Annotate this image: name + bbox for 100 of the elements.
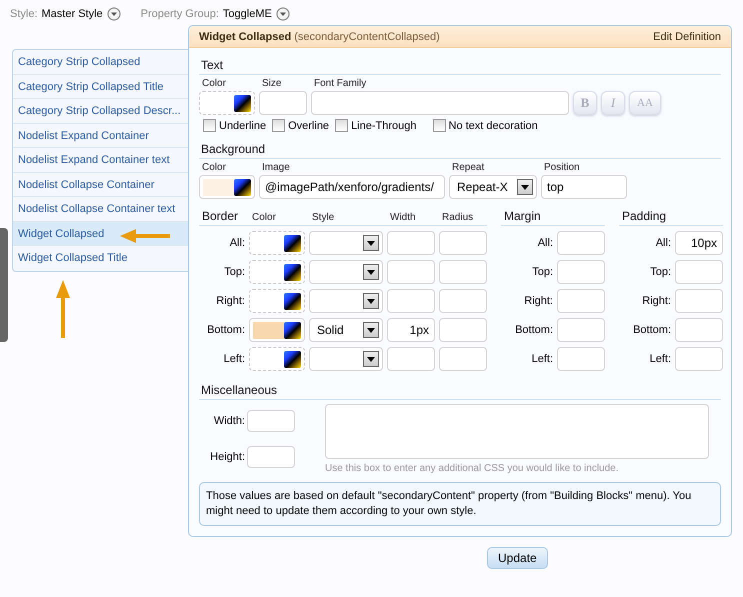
padding-field[interactable] — [675, 260, 723, 284]
section-heading: Background — [199, 138, 721, 159]
color-picker-icon[interactable] — [234, 178, 251, 196]
color-picker-field[interactable] — [199, 91, 255, 115]
column-label: Radius — [441, 212, 474, 223]
color-picker-field[interactable] — [249, 260, 305, 284]
padding-field[interactable] — [675, 347, 723, 371]
field-label: Height: — [209, 451, 245, 464]
margin-field[interactable] — [557, 260, 605, 284]
margin-field[interactable] — [557, 318, 605, 342]
sidebar-item[interactable]: Widget Collapsed — [13, 222, 188, 246]
radius-field[interactable] — [439, 347, 487, 371]
style-select[interactable] — [309, 347, 383, 371]
field-label: Size — [261, 78, 282, 89]
margin-field[interactable] — [557, 289, 605, 313]
style-label: Style: — [10, 8, 38, 20]
color-picker-icon[interactable] — [284, 292, 301, 310]
color-picker-field[interactable] — [249, 318, 305, 342]
font-family-field[interactable] — [311, 91, 569, 115]
checkbox[interactable] — [203, 119, 216, 132]
info-note: Those values are based on default "secondaryContent" property (from "Building Blocks" menu). You might need to update them according to your own style. — [199, 482, 721, 526]
row-label: Top: — [223, 266, 245, 278]
field-label: Image — [261, 162, 291, 173]
row-label: Bottom: — [632, 324, 671, 336]
height-field[interactable] — [247, 446, 295, 468]
row-label: All: — [228, 237, 245, 249]
row-label: Bottom: — [514, 324, 553, 336]
column-label: Width — [389, 212, 417, 223]
section-heading: Padding — [621, 209, 668, 223]
color-picker-field[interactable] — [249, 347, 305, 371]
padding-field[interactable] — [675, 289, 723, 313]
row-label: Top: — [649, 266, 671, 278]
radius-field[interactable] — [439, 318, 487, 342]
checkbox-label: Line-Through — [351, 120, 416, 132]
checkbox-label: No text decoration — [448, 120, 538, 132]
margin-field[interactable] — [557, 231, 605, 255]
sidebar-item[interactable]: Widget Collapsed Title — [13, 246, 188, 270]
color-picker-icon[interactable] — [284, 234, 301, 252]
width-field[interactable]: 1px — [387, 318, 435, 342]
section-heading: Text — [199, 54, 721, 75]
column-label: Style — [311, 212, 336, 223]
edit-definition-link[interactable]: Edit Definition — [653, 30, 721, 42]
color-picker-icon[interactable] — [284, 350, 301, 368]
field-label: Font Family — [313, 78, 368, 89]
style-select[interactable]: Repeat-X — [449, 175, 537, 199]
row-label: Right: — [215, 295, 245, 307]
row-label: All: — [536, 237, 553, 249]
padding-field[interactable] — [675, 318, 723, 342]
field-label: Width: — [212, 414, 245, 427]
checkbox[interactable] — [335, 119, 348, 132]
column-label: Color — [251, 212, 277, 223]
margin-field[interactable] — [557, 347, 605, 371]
color-picker-icon[interactable] — [284, 322, 301, 338]
field-label: Position — [543, 162, 581, 173]
color-picker-field[interactable] — [199, 175, 255, 199]
image-field[interactable]: @imagePath/xenforo/gradients/ — [259, 175, 445, 199]
color-picker-icon[interactable] — [284, 264, 301, 280]
css-hint: Use this box to enter any additional CSS you would like to include. — [325, 463, 620, 474]
checkbox-label: Underline — [219, 120, 266, 132]
color-picker-icon[interactable] — [234, 94, 251, 112]
field-label: Repeat — [451, 162, 486, 173]
row-label: All: — [654, 237, 671, 249]
radius-field[interactable] — [439, 231, 487, 255]
field-label: Color — [201, 78, 227, 89]
update-button[interactable]: Update — [487, 547, 548, 569]
dropdown-icon[interactable] — [276, 6, 290, 20]
checkbox[interactable] — [432, 119, 446, 132]
row-label: Top: — [531, 266, 553, 278]
section-heading: Margin — [503, 209, 542, 223]
style-select[interactable]: Solid — [309, 318, 383, 342]
size-field[interactable] — [259, 91, 307, 115]
radius-field[interactable] — [439, 260, 487, 284]
width-field[interactable] — [247, 410, 295, 432]
style-value: Master Style — [42, 8, 103, 20]
row-label: Right: — [523, 295, 553, 307]
style-select[interactable] — [309, 231, 383, 255]
color-picker-field[interactable] — [249, 231, 305, 255]
row-label: Left: — [222, 353, 245, 365]
style-select[interactable] — [309, 260, 383, 284]
style-select[interactable] — [309, 289, 383, 313]
checkbox-label: Overline — [288, 120, 330, 132]
position-field[interactable]: top — [541, 175, 627, 199]
width-field[interactable] — [387, 260, 435, 284]
property-group-value: ToggleME — [222, 8, 272, 20]
panel-title: Widget Collapsed (secondaryContentCollapsed) — [199, 30, 440, 42]
row-label: Left: — [530, 353, 553, 365]
radius-field[interactable] — [439, 289, 487, 313]
width-field[interactable] — [387, 347, 435, 371]
up-arrow-icon — [56, 280, 70, 338]
padding-field[interactable]: 10px — [675, 231, 723, 255]
row-label: Left: — [648, 353, 671, 365]
section-heading: Miscellaneous — [199, 379, 721, 400]
width-field[interactable] — [387, 231, 435, 255]
css-textarea[interactable] — [325, 404, 709, 459]
field-label: Color — [201, 162, 227, 173]
checkbox[interactable] — [272, 119, 286, 132]
section-heading: Border — [201, 209, 240, 223]
dropdown-icon[interactable] — [106, 6, 121, 20]
color-picker-field[interactable] — [249, 289, 305, 313]
width-field[interactable] — [387, 289, 435, 313]
